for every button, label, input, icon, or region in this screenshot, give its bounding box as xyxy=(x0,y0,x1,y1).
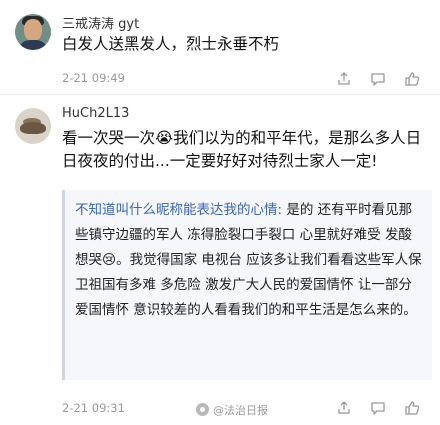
quote-body: 是的 还有平时看见那些镇守边疆的军人 冻得脸裂口手裂口 心里就好难受 发酸 想哭… xyxy=(75,202,422,318)
avatar[interactable] xyxy=(15,108,51,144)
quote-author[interactable]: 不知道叫什么昵称能表达我的心情: xyxy=(75,202,282,218)
comment-text-part: 看一次哭一次 xyxy=(62,129,156,147)
comment-text: 白发人送黑发人，烈士永垂不朽 xyxy=(62,35,280,53)
comment-username[interactable]: 三戒涛涛 gyt xyxy=(62,13,139,32)
watermark-text: @法治日报 xyxy=(213,404,268,417)
like-icon[interactable] xyxy=(404,71,420,87)
avatar-face xyxy=(24,19,42,41)
weibo-logo-icon xyxy=(196,403,209,416)
comment-item: 三戒涛涛 gyt 白发人送黑发人，烈士永垂不朽 2-21 09:49 xyxy=(0,0,440,95)
avatar-shirt xyxy=(18,40,48,50)
comment-icon[interactable] xyxy=(370,71,386,87)
share-icon[interactable] xyxy=(336,71,352,87)
avatar-image xyxy=(20,122,46,134)
comment-timestamp: 2-21 09:49 xyxy=(62,71,125,85)
quote-text: 不知道叫什么昵称能表达我的心情: 是的 还有平时看见那些镇守边疆的军人 冻得脸裂… xyxy=(75,198,422,323)
like-icon[interactable] xyxy=(404,400,420,416)
comment-timestamp: 2-21 09:31 xyxy=(62,401,125,415)
quoted-reply[interactable]: 不知道叫什么昵称能表达我的心情: 是的 还有平时看见那些镇守边疆的军人 冻得脸裂… xyxy=(62,190,432,380)
watermark: @法治日报 xyxy=(196,402,268,418)
crying-emoji-icon: 😭 xyxy=(155,129,174,147)
avatar[interactable] xyxy=(15,14,51,50)
share-icon[interactable] xyxy=(336,400,352,416)
comment-icon[interactable] xyxy=(370,400,386,416)
comment-text: 看一次哭一次😭我们以为的和平年代，是那么多人日日夜夜的付出...一定要好好对待烈… xyxy=(62,127,432,173)
comment-username[interactable]: HuCh2L13 xyxy=(62,106,129,121)
